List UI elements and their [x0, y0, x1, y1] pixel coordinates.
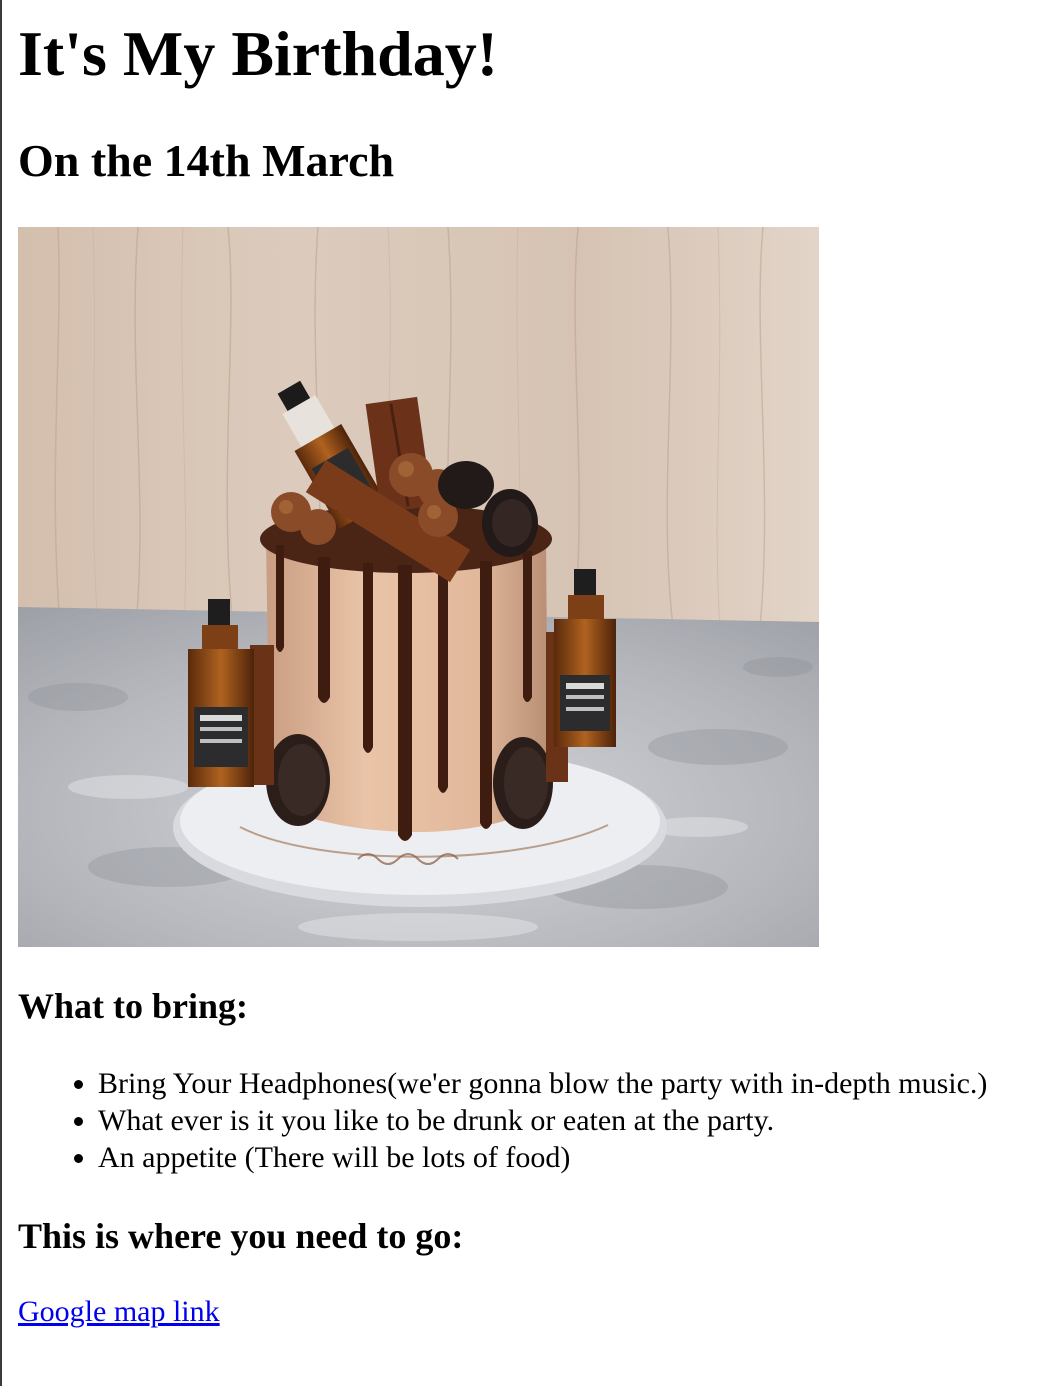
bring-list: Bring Your Headphones(we'er gonna blow t…: [18, 1065, 987, 1176]
list-item: An appetite (There will be lots of food): [98, 1139, 987, 1176]
birthday-cake-photo: [18, 227, 819, 947]
list-item: What ever is it you like to be drunk or …: [98, 1102, 987, 1139]
page-title: It's My Birthday!: [18, 18, 498, 89]
list-item: Bring Your Headphones(we'er gonna blow t…: [98, 1065, 987, 1102]
oreo-left: [266, 734, 330, 826]
google-map-link[interactable]: Google map link: [18, 1293, 220, 1330]
event-date-heading: On the 14th March: [18, 135, 395, 186]
what-to-bring-heading: What to bring:: [18, 986, 249, 1026]
where-to-go-heading: This is where you need to go:: [18, 1216, 464, 1256]
page-left-border: [0, 0, 2, 1386]
